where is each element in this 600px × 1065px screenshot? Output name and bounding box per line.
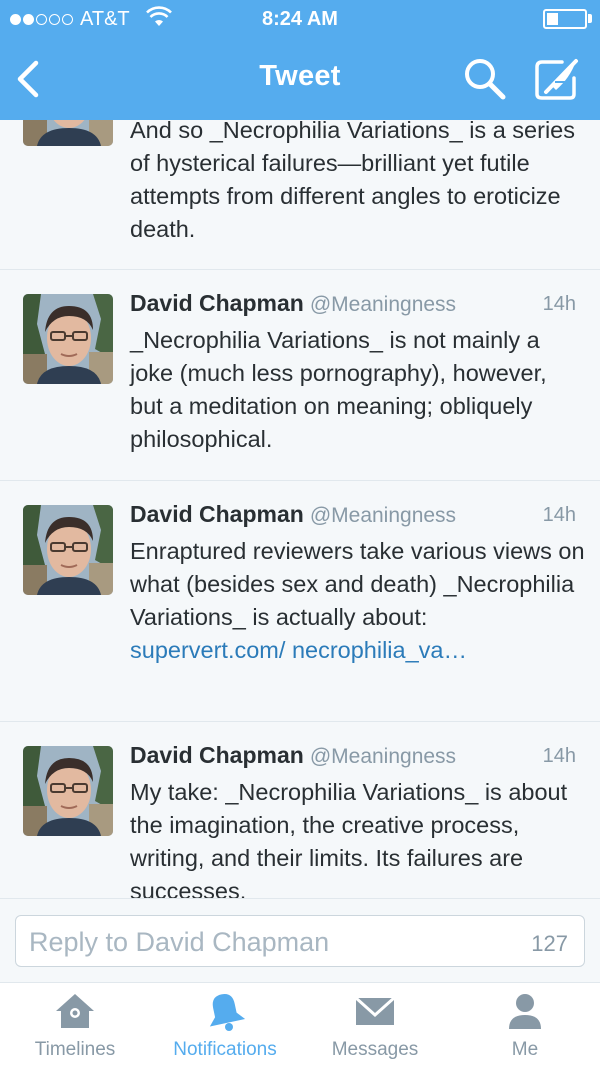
avatar[interactable] bbox=[23, 505, 113, 595]
tweet-text: Enraptured reviewers take various views … bbox=[130, 535, 585, 667]
status-time: 8:24 AM bbox=[262, 8, 338, 30]
tweet-header: David Chapman @Meaningness 14h bbox=[130, 290, 580, 320]
tweet-timestamp: 14h bbox=[542, 504, 576, 526]
tab-timelines[interactable]: Timelines bbox=[0, 983, 150, 1065]
author-handle[interactable]: @Meaningness bbox=[310, 293, 456, 316]
page-title: Tweet bbox=[259, 60, 341, 92]
author-name[interactable]: David Chapman bbox=[130, 501, 304, 527]
tab-label: Timelines bbox=[34, 1039, 116, 1060]
tweet[interactable]: David Chapman @Meaningness 14h Enraptured… bbox=[0, 481, 600, 722]
tweet-header: David Chapman @Meaningness 14h bbox=[130, 501, 580, 531]
tweet-text: My take: _Necrophilia Variations_ is abo… bbox=[130, 779, 568, 898]
tab-me[interactable]: Me bbox=[450, 983, 600, 1065]
tweet-timestamp: 14h bbox=[542, 293, 576, 315]
tab-label: Messages bbox=[331, 1039, 419, 1060]
battery-icon bbox=[543, 9, 587, 29]
author-handle[interactable]: @Meaningness bbox=[310, 745, 456, 768]
tweet-timestamp: 14h bbox=[542, 745, 576, 767]
tweet-text-body: Enraptured reviewers take various views … bbox=[130, 538, 585, 630]
search-icon[interactable] bbox=[462, 56, 508, 102]
tweet-text: And so _Necrophilia Variations_ is a ser… bbox=[130, 120, 575, 242]
envelope-icon bbox=[354, 996, 396, 1025]
tweet[interactable]: David Chapman @Meaningness 14h _Necrophil… bbox=[0, 270, 600, 481]
tab-label: Me bbox=[511, 1039, 539, 1060]
avatar[interactable] bbox=[23, 120, 113, 146]
tweet-link[interactable]: supervert.com/ necrophilia_va… bbox=[130, 637, 467, 663]
battery-nub bbox=[588, 14, 592, 23]
reply-placeholder: Reply to David Chapman bbox=[29, 927, 330, 957]
bell-icon bbox=[209, 994, 246, 1031]
tab-notifications[interactable]: Notifications bbox=[150, 983, 300, 1065]
avatar[interactable] bbox=[23, 294, 113, 384]
tweet[interactable]: David Chapman @Meaningness 14h My take: _… bbox=[0, 722, 600, 898]
author-handle[interactable]: @Meaningness bbox=[310, 504, 456, 527]
battery-level bbox=[547, 13, 558, 25]
tab-label: Notifications bbox=[173, 1039, 277, 1060]
compose-icon[interactable] bbox=[532, 56, 582, 102]
tweet-header: David Chapman @Meaningness 14h bbox=[130, 742, 580, 772]
tweet-text: _Necrophilia Variations_ is not mainly a… bbox=[130, 327, 547, 452]
author-name[interactable]: David Chapman bbox=[130, 742, 304, 768]
tweet[interactable]: And so _Necrophilia Variations_ is a ser… bbox=[0, 120, 600, 270]
top-bar: AT&T 8:24 AM Tweet bbox=[0, 0, 600, 120]
person-icon bbox=[509, 994, 541, 1029]
status-bar: AT&T 8:24 AM bbox=[0, 0, 600, 40]
home-icon bbox=[56, 994, 94, 1028]
tab-messages[interactable]: Messages bbox=[300, 983, 450, 1065]
reply-bar: Reply to David Chapman 127 bbox=[0, 898, 600, 982]
avatar[interactable] bbox=[23, 746, 113, 836]
tab-bar: Timelines Notifications Messages Me bbox=[0, 982, 600, 1065]
conversation-timeline[interactable]: And so _Necrophilia Variations_ is a ser… bbox=[0, 120, 600, 898]
character-count: 127 bbox=[531, 931, 568, 956]
reply-input[interactable]: Reply to David Chapman 127 bbox=[15, 915, 585, 967]
author-name[interactable]: David Chapman bbox=[130, 290, 304, 316]
